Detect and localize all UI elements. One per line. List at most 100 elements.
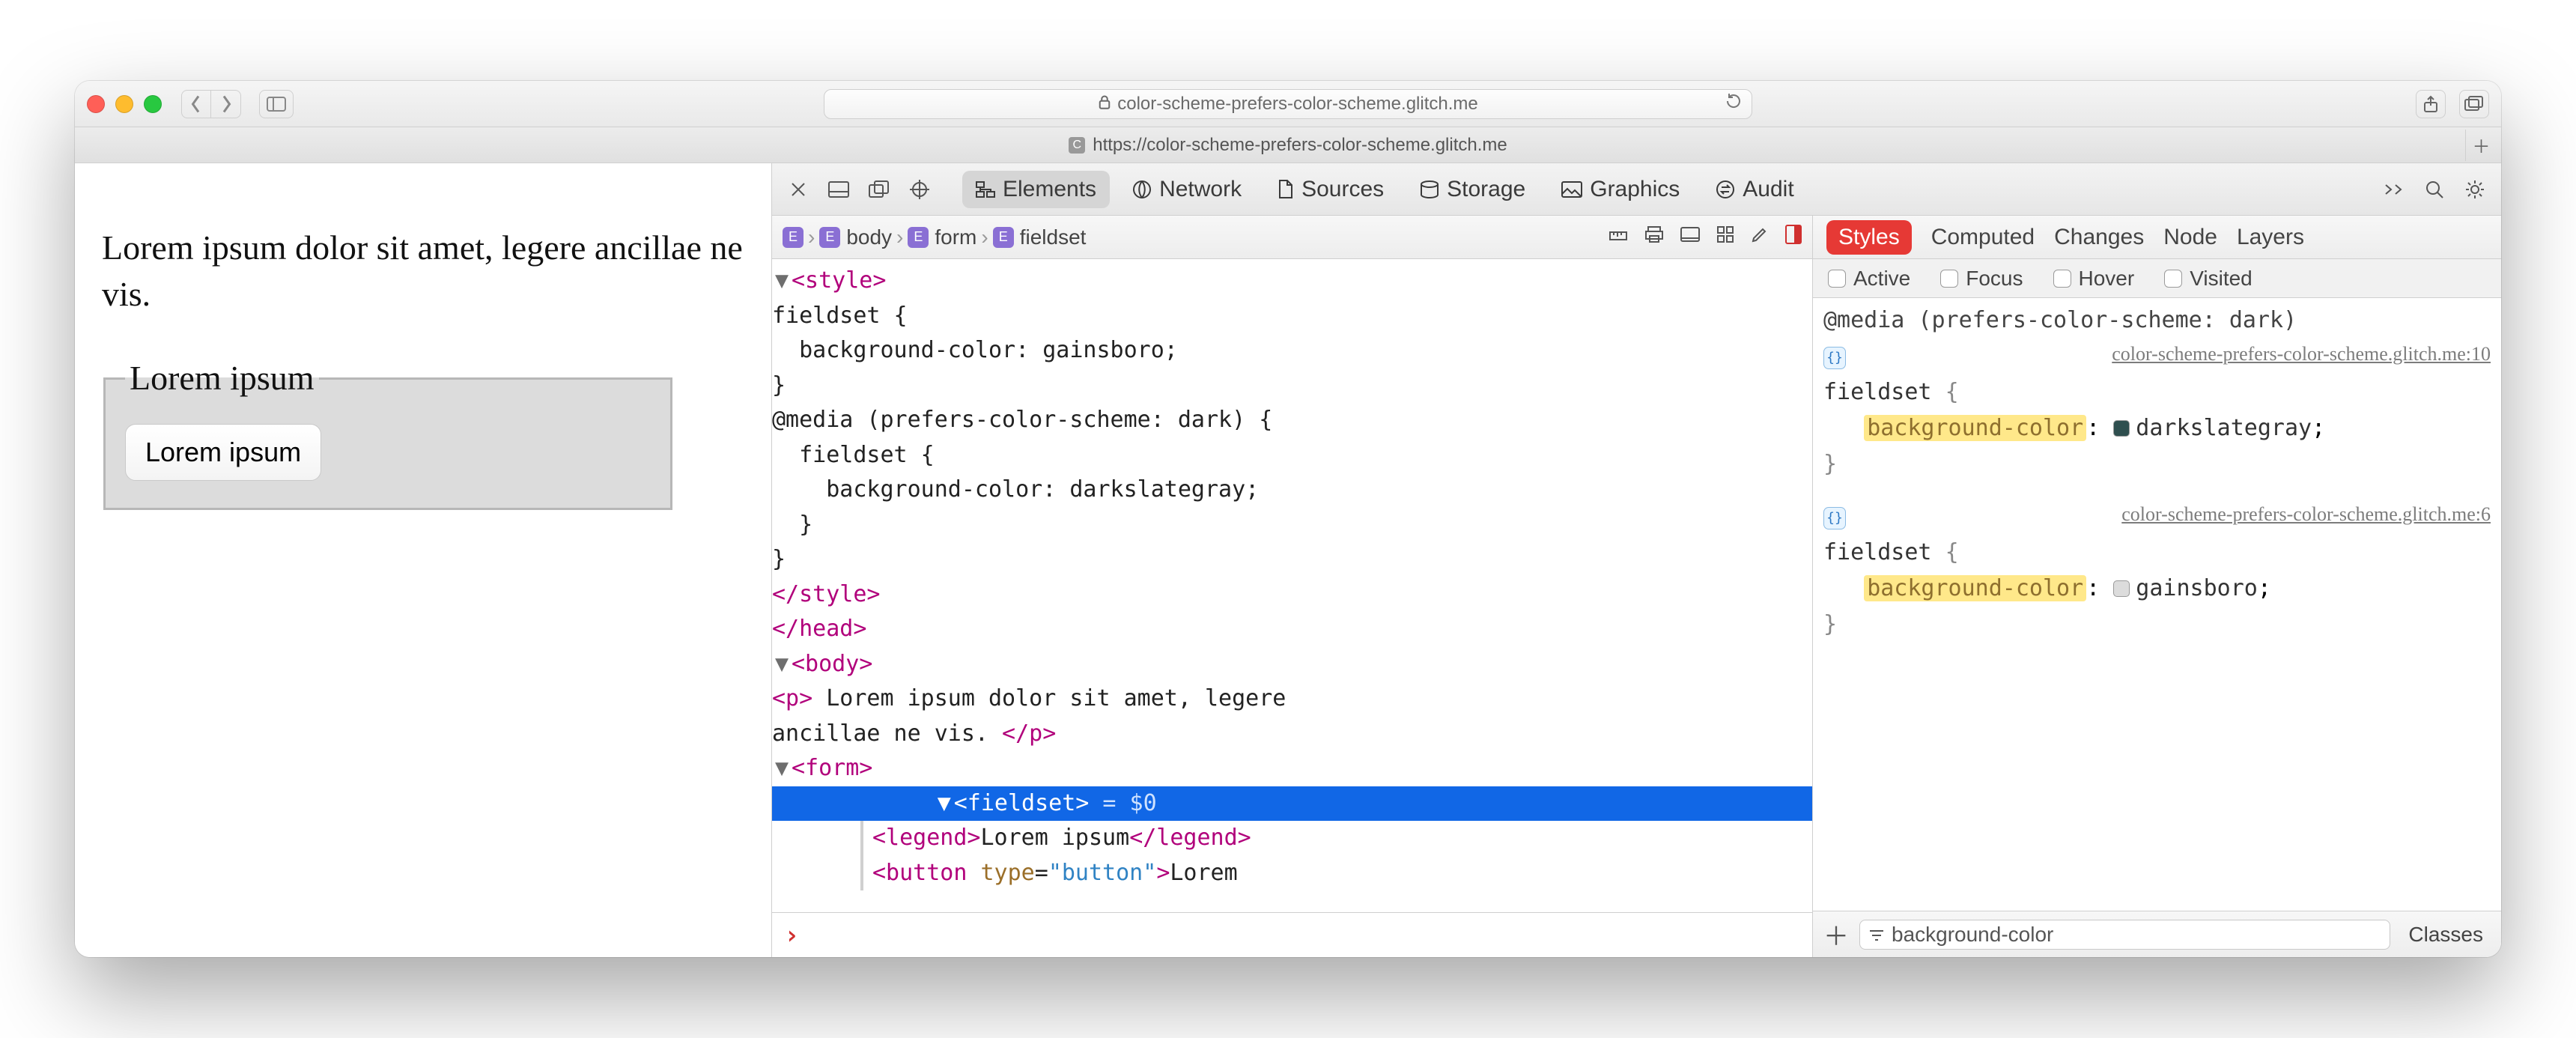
elements-panel: E › Ebody › Eform › Efieldset bbox=[772, 216, 1812, 957]
console-prompt-icon: › bbox=[784, 920, 799, 950]
console-prompt-row[interactable]: › bbox=[772, 912, 1812, 957]
styles-tab-layers[interactable]: Layers bbox=[2237, 225, 2304, 250]
tab-title[interactable]: https://color-scheme-prefers-color-schem… bbox=[1093, 135, 1507, 156]
dom-row[interactable]: background-color: darkslategray; bbox=[772, 473, 1812, 508]
rule-source-link[interactable]: color-scheme-prefers-color-scheme.glitch… bbox=[2112, 339, 2491, 370]
safari-window: color-scheme-prefers-color-scheme.glitch… bbox=[75, 81, 2501, 957]
inspector-tab-storage[interactable]: Storage bbox=[1406, 171, 1539, 208]
address-bar[interactable]: color-scheme-prefers-color-scheme.glitch… bbox=[824, 89, 1752, 119]
color-swatch[interactable] bbox=[2113, 580, 2130, 597]
dom-row[interactable]: background-color: gainsboro; bbox=[772, 333, 1812, 368]
pseudo-active[interactable]: Active bbox=[1828, 267, 1910, 291]
rule-value[interactable]: darkslategray bbox=[2136, 415, 2312, 441]
style-rules[interactable]: @media (prefers-color-scheme: dark) {} c… bbox=[1813, 298, 2501, 911]
dom-row[interactable]: ancillae ne vis. </p> bbox=[772, 717, 1812, 752]
inspector-tab-network[interactable]: Network bbox=[1119, 171, 1255, 208]
crumb-root[interactable]: E bbox=[783, 227, 804, 248]
inspector-tab-label: Network bbox=[1159, 177, 1242, 202]
dock-undocked-icon[interactable] bbox=[863, 174, 895, 205]
dom-row[interactable]: @media (prefers-color-scheme: dark) { bbox=[772, 403, 1812, 438]
close-inspector-button[interactable] bbox=[783, 174, 814, 205]
share-button[interactable] bbox=[2416, 90, 2446, 118]
page-legend: Lorem ipsum bbox=[125, 355, 319, 401]
forward-button[interactable] bbox=[211, 90, 241, 118]
style-rule[interactable]: {} color-scheme-prefers-color-scheme.gli… bbox=[1823, 499, 2491, 643]
more-tabs-icon[interactable] bbox=[2378, 174, 2410, 205]
print-icon[interactable] bbox=[1644, 225, 1664, 249]
fullscreen-window-button[interactable] bbox=[144, 95, 162, 113]
crumb-label: fieldset bbox=[1020, 225, 1087, 249]
gear-icon[interactable] bbox=[2459, 174, 2491, 205]
dom-row[interactable]: </head> bbox=[772, 612, 1812, 647]
inspector-tab-elements[interactable]: Elements bbox=[962, 171, 1110, 208]
window-controls bbox=[87, 95, 162, 113]
tab-favicon: C bbox=[1069, 137, 1085, 154]
dom-tree[interactable]: ▼<style> fieldset { background-color: ga… bbox=[772, 259, 1812, 912]
page-fieldset: Lorem ipsum Lorem ipsum bbox=[103, 355, 672, 510]
inspector-columns: E › Ebody › Eform › Efieldset bbox=[772, 216, 2501, 957]
styles-tabs: Styles Computed Changes Node Layers bbox=[1813, 216, 2501, 259]
titlebar: color-scheme-prefers-color-scheme.glitch… bbox=[75, 81, 2501, 127]
dom-row[interactable]: } bbox=[772, 542, 1812, 577]
inspector-tab-sources[interactable]: Sources bbox=[1264, 171, 1397, 208]
dom-row[interactable]: <legend>Lorem ipsum</legend> bbox=[772, 821, 1812, 856]
dom-row[interactable]: ▼<form> bbox=[772, 751, 1812, 786]
styles-filter-input[interactable]: background-color bbox=[1859, 920, 2390, 950]
reload-icon[interactable] bbox=[1725, 92, 1743, 115]
rule-property[interactable]: background-color bbox=[1864, 415, 2086, 441]
dom-row[interactable]: } bbox=[772, 368, 1812, 404]
dom-row[interactable]: fieldset { bbox=[772, 299, 1812, 334]
color-swatch[interactable] bbox=[2113, 420, 2130, 437]
crumb-fieldset[interactable]: Efieldset bbox=[993, 225, 1087, 249]
inspector-tab-audit[interactable]: Audit bbox=[1702, 171, 1807, 208]
dom-row[interactable]: <button type="button">Lorem bbox=[772, 856, 1812, 891]
page-button[interactable]: Lorem ipsum bbox=[125, 424, 321, 481]
content-row: Lorem ipsum dolor sit amet, legere ancil… bbox=[75, 163, 2501, 957]
styles-tab-styles[interactable]: Styles bbox=[1826, 220, 1912, 255]
dom-row[interactable]: <p> Lorem ipsum dolor sit amet, legere bbox=[772, 682, 1812, 717]
back-button[interactable] bbox=[181, 90, 211, 118]
toggle-details-icon[interactable] bbox=[1785, 225, 1802, 249]
dom-row[interactable]: ▼<body> bbox=[772, 647, 1812, 682]
grid-icon[interactable] bbox=[1716, 225, 1734, 249]
inspector-tab-label: Storage bbox=[1447, 177, 1525, 202]
page-paragraph: Lorem ipsum dolor sit amet, legere ancil… bbox=[102, 225, 744, 318]
styles-tab-node[interactable]: Node bbox=[2163, 225, 2217, 250]
inspect-element-icon[interactable] bbox=[904, 174, 935, 205]
rule-value[interactable]: gainsboro bbox=[2136, 575, 2258, 601]
show-sidebar-button[interactable] bbox=[259, 90, 294, 118]
search-icon[interactable] bbox=[2419, 174, 2450, 205]
network-icon bbox=[1132, 180, 1152, 199]
show-tabs-button[interactable] bbox=[2459, 90, 2489, 118]
crumb-body[interactable]: Ebody bbox=[819, 225, 892, 249]
dom-row[interactable]: } bbox=[772, 508, 1812, 543]
rule-property[interactable]: background-color bbox=[1864, 575, 2086, 601]
styles-footer: ＋ background-color Classes bbox=[1813, 911, 2501, 957]
ruler-icon[interactable] bbox=[1609, 225, 1628, 249]
new-rule-button[interactable]: ＋ bbox=[1823, 916, 1849, 953]
styles-tab-changes[interactable]: Changes bbox=[2054, 225, 2144, 250]
inspector-tab-graphics[interactable]: Graphics bbox=[1548, 171, 1693, 208]
minimize-window-button[interactable] bbox=[115, 95, 133, 113]
styles-tab-computed[interactable]: Computed bbox=[1931, 225, 2035, 250]
dom-row[interactable]: fieldset { bbox=[772, 438, 1812, 473]
image-icon bbox=[1561, 181, 1582, 198]
filter-icon bbox=[1869, 923, 1884, 947]
styles-panel: Styles Computed Changes Node Layers Acti… bbox=[1812, 216, 2501, 957]
storage-icon bbox=[1420, 180, 1439, 198]
dom-row[interactable]: </style> bbox=[772, 577, 1812, 613]
pseudo-visited[interactable]: Visited bbox=[2164, 267, 2253, 291]
device-icon[interactable] bbox=[1680, 225, 1700, 249]
crumb-form[interactable]: Eform bbox=[908, 225, 976, 249]
close-window-button[interactable] bbox=[87, 95, 105, 113]
dock-bottom-icon[interactable] bbox=[823, 174, 854, 205]
paint-icon[interactable] bbox=[1751, 225, 1769, 249]
pseudo-hover[interactable]: Hover bbox=[2053, 267, 2135, 291]
style-rule[interactable]: @media (prefers-color-scheme: dark) {} c… bbox=[1823, 303, 2491, 482]
dom-row-selected[interactable]: ▼<fieldset> = $0 bbox=[772, 786, 1812, 822]
new-tab-button[interactable]: ＋ bbox=[2465, 130, 2497, 161]
classes-toggle[interactable]: Classes bbox=[2401, 923, 2491, 947]
rule-source-link[interactable]: color-scheme-prefers-color-scheme.glitch… bbox=[2121, 499, 2491, 530]
pseudo-focus[interactable]: Focus bbox=[1940, 267, 2023, 291]
dom-row[interactable]: ▼<style> bbox=[772, 264, 1812, 299]
